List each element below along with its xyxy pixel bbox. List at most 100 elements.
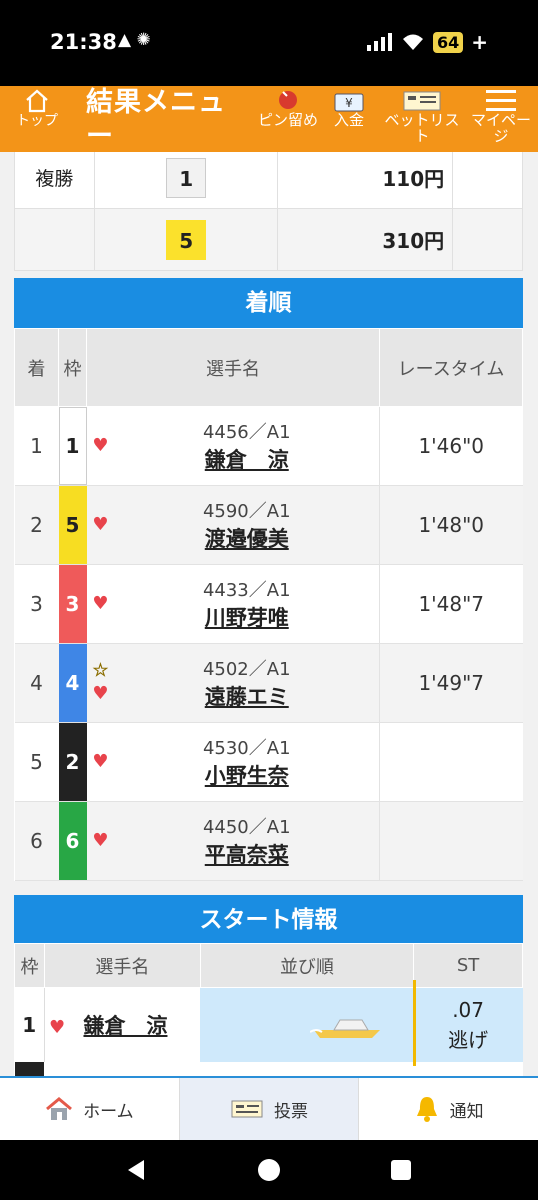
start-frame: 1 <box>14 987 45 1062</box>
race-time: 1'49"7 <box>379 643 523 723</box>
favorite-cell: ♥ <box>86 801 115 881</box>
vote-icon <box>231 1100 263 1118</box>
payout-row: 複勝 1 110円 <box>14 152 523 209</box>
racer-id: 4530／A1 <box>202 738 291 759</box>
racer-cell: 4530／A1 小野生奈 <box>114 722 380 802</box>
payout-number: 5 <box>166 219 207 260</box>
pin-icon <box>279 91 297 109</box>
ticket-icon <box>403 91 441 111</box>
finish-order: 3 <box>14 564 59 644</box>
result-row: 5 2 ♥ 4530／A1 小野生奈 <box>14 722 523 802</box>
result-row: 1 1 ♥ 4456／A1 鎌倉 涼 1'46"0 <box>14 406 523 486</box>
deposit-button[interactable]: ¥ 入金 <box>326 88 372 128</box>
header-name: 選手名 <box>86 328 380 407</box>
start-header-st: ST <box>413 943 523 988</box>
back-icon[interactable] <box>124 1158 148 1182</box>
racer-name[interactable]: 遠藤エミ <box>115 681 380 711</box>
main-content[interactable]: 複勝 1 110円 5 310円 着順 着 枠 選手名 レースタイム 1 1 ♥ 44… <box>0 152 538 1076</box>
svg-text:¥: ¥ <box>345 96 353 110</box>
payout-table: 複勝 1 110円 5 310円 <box>14 152 523 271</box>
finish-order: 4 <box>14 643 59 723</box>
tab-home[interactable]: ホーム <box>0 1078 179 1140</box>
tab-notify[interactable]: 通知 <box>359 1078 538 1140</box>
menu-icon <box>486 90 516 111</box>
signal-icon <box>366 33 392 51</box>
pin-button[interactable]: ピン留め <box>258 88 318 128</box>
racer-name[interactable]: 渡邉優美 <box>115 523 380 553</box>
heart-icon[interactable]: ♥ <box>87 513 115 537</box>
finish-order: 2 <box>14 485 59 565</box>
racer-id: 4450／A1 <box>202 817 291 838</box>
heart-icon[interactable]: ♥ <box>87 829 115 853</box>
boat-icon <box>310 1019 381 1038</box>
results-section-title: 着順 <box>14 278 523 328</box>
start-header-name: 選手名 <box>43 943 201 988</box>
header-time: レースタイム <box>379 328 523 407</box>
top-label: トップ <box>16 113 58 129</box>
star-icon[interactable]: ☆ <box>87 660 115 682</box>
betlist-button[interactable]: ベットリスト <box>380 88 464 144</box>
start-row <box>14 1061 523 1076</box>
heart-icon[interactable]: ♥ <box>87 682 115 706</box>
wifi-icon <box>402 34 423 50</box>
mypage-label: マイページ <box>470 111 531 145</box>
result-row: 6 6 ♥ 4450／A1 平高奈菜 <box>14 801 523 881</box>
finish-order: 5 <box>14 722 59 802</box>
racer-id: 4590／A1 <box>202 501 291 522</box>
bottom-tab-bar: ホーム 投票 通知 <box>0 1076 538 1140</box>
yen-icon: ¥ <box>334 93 364 112</box>
start-racer-name[interactable]: 鎌倉 涼 <box>83 1014 167 1038</box>
racer-cell: 4502／A1 遠藤エミ <box>114 643 380 723</box>
start-table: 枠 選手名 並び順 ST 1 ♥ 鎌倉 涼 .07 逃げ <box>14 943 523 1076</box>
start-section-title: スタート情報 <box>14 895 523 945</box>
frame-number: 6 <box>58 801 87 881</box>
bet-type: 複勝 <box>14 152 95 209</box>
tab-vote[interactable]: 投票 <box>178 1078 360 1140</box>
frame-number: 3 <box>58 564 87 644</box>
result-row: 3 3 ♥ 4433／A1 川野芽唯 1'48"7 <box>14 564 523 644</box>
heart-icon[interactable]: ♥ <box>87 750 115 774</box>
payout-row: 5 310円 <box>14 208 523 271</box>
payout-amount: 310円 <box>277 208 454 271</box>
pin-label: ピン留め <box>258 111 319 129</box>
bell-icon <box>416 1097 437 1122</box>
racer-id: 4456／A1 <box>202 422 291 443</box>
race-time: 1'48"0 <box>379 485 523 565</box>
start-header-row: 枠 選手名 並び順 ST <box>14 943 523 988</box>
page-title: 結果メニュー <box>86 87 226 152</box>
frame-number: 1 <box>58 406 87 486</box>
app-header: トップ 結果メニュー ピン留め ¥ 入金 ベットリスト マイページ <box>0 86 538 152</box>
payout-number: 1 <box>166 157 207 198</box>
race-time: 1'46"0 <box>379 406 523 486</box>
racer-name[interactable]: 平高奈菜 <box>115 839 380 869</box>
heart-icon[interactable]: ♥ <box>87 592 115 616</box>
start-timing: .07 <box>452 997 484 1022</box>
finish-order: 1 <box>14 406 59 486</box>
racer-name[interactable]: 川野芽唯 <box>115 602 380 632</box>
favorite-cell: ♥ <box>86 406 115 486</box>
racer-name[interactable]: 鎌倉 涼 <box>115 444 380 474</box>
racer-name[interactable]: 小野生奈 <box>115 760 380 790</box>
frame-number: 5 <box>58 485 87 565</box>
recents-icon[interactable] <box>390 1159 412 1181</box>
racer-cell: 4450／A1 平高奈菜 <box>114 801 380 881</box>
heart-icon[interactable]: ♥ <box>87 434 115 458</box>
heart-icon[interactable]: ♥ <box>49 1017 65 1038</box>
results-header-row: 着 枠 選手名 レースタイム <box>14 328 523 407</box>
home-circle-icon[interactable] <box>257 1158 281 1182</box>
racer-cell: 4456／A1 鎌倉 涼 <box>114 406 380 486</box>
start-header-order: 並び順 <box>199 943 415 988</box>
battery-charging: + <box>471 30 488 54</box>
frame-number: 4 <box>58 643 87 723</box>
top-button[interactable]: トップ <box>14 88 60 128</box>
finish-order: 6 <box>14 801 59 881</box>
mypage-button[interactable]: マイページ <box>466 88 536 144</box>
deposit-label: 入金 <box>333 111 364 129</box>
battery-level: 64 <box>432 31 464 53</box>
favorite-cell: ☆ ♥ <box>86 643 115 723</box>
results-body: 1 1 ♥ 4456／A1 鎌倉 涼 1'46"0 2 5 ♥ 4590／A1 渡邉優美 1'48"0… <box>14 406 523 881</box>
race-time: 1'48"7 <box>379 564 523 644</box>
favorite-cell: ♥ <box>86 485 115 565</box>
bet-type <box>14 208 95 271</box>
racer-cell: 4433／A1 川野芽唯 <box>114 564 380 644</box>
